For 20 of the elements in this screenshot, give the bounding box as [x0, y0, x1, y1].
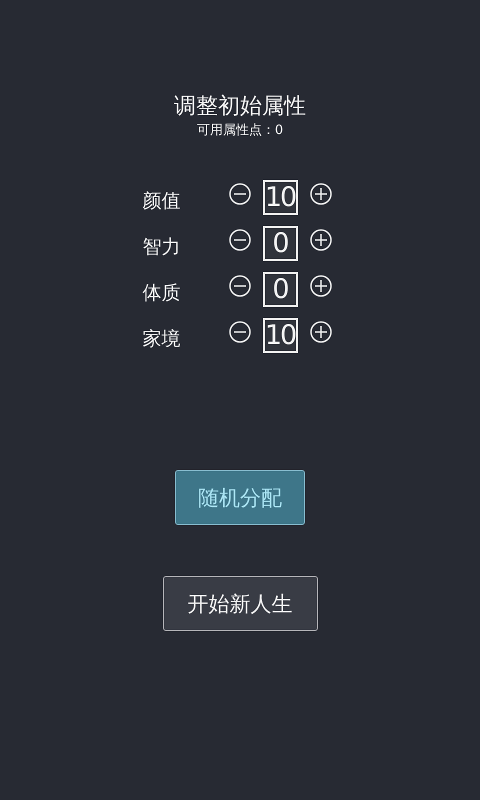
minus-icon[interactable]	[228, 320, 250, 342]
attribute-label: 颜值	[142, 188, 182, 214]
attribute-label: 智力	[142, 234, 182, 260]
plus-icon[interactable]	[310, 320, 332, 342]
minus-icon[interactable]	[228, 274, 250, 296]
available-points: 可用属性点：0	[196, 122, 284, 140]
plus-icon[interactable]	[310, 274, 332, 296]
attribute-label: 家境	[142, 326, 182, 352]
minus-icon[interactable]	[228, 228, 250, 250]
plus-icon[interactable]	[310, 182, 332, 204]
attribute-value: 10	[262, 318, 298, 353]
attribute-value: 0	[262, 226, 298, 261]
attribute-value: 10	[262, 180, 298, 215]
attribute-label: 体质	[142, 280, 182, 306]
random-button[interactable]: 随机分配	[175, 470, 305, 525]
page-title: 调整初始属性	[174, 93, 306, 121]
minus-icon[interactable]	[228, 182, 250, 204]
attribute-value: 0	[262, 272, 298, 307]
plus-icon[interactable]	[310, 228, 332, 250]
start-button[interactable]: 开始新人生	[162, 576, 318, 631]
